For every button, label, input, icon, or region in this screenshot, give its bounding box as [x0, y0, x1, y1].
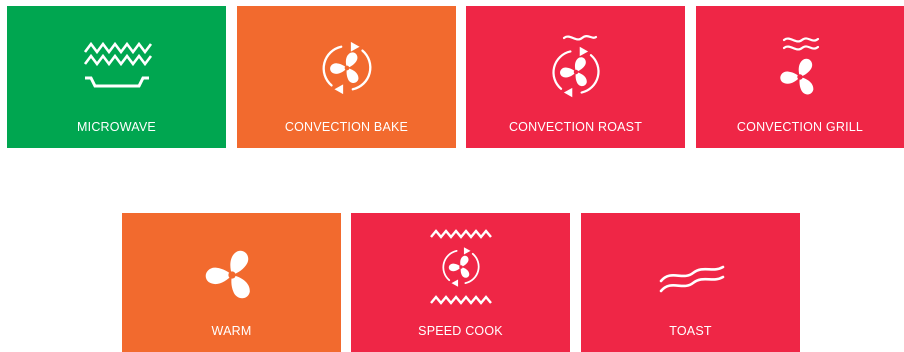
mode-label: SPEED COOK	[418, 324, 503, 338]
heat-waves-icon	[649, 241, 733, 311]
mode-label: CONVECTION GRILL	[736, 120, 864, 134]
mode-tile-convection-grill[interactable]: CONVECTION GRILL	[696, 6, 904, 148]
fan-icon	[190, 241, 274, 311]
mode-label: WARM	[211, 324, 252, 338]
fan-circular-arrows-icon	[305, 34, 389, 104]
mode-tile-microwave[interactable]: MICROWAVE	[7, 6, 226, 148]
microwave-waves-dish-icon	[75, 34, 159, 104]
mode-tile-convection-bake[interactable]: CONVECTION BAKE	[237, 6, 456, 148]
mode-tile-toast[interactable]: TOAST	[581, 213, 800, 352]
mode-label: CONVECTION BAKE	[284, 120, 409, 134]
mode-label: CONVECTION ROAST	[508, 120, 643, 134]
fan-arrows-heat-wave-icon	[534, 34, 618, 104]
mode-label: TOAST	[669, 324, 712, 338]
mode-tile-speed-cook[interactable]: SPEED COOK	[351, 213, 570, 352]
fan-heat-waves-icon	[758, 34, 842, 104]
mode-tile-convection-roast[interactable]: CONVECTION ROAST	[466, 6, 685, 148]
mode-label: MICROWAVE	[77, 120, 156, 134]
fan-arrows-zigzag-icon	[419, 227, 503, 307]
mode-tile-warm[interactable]: WARM	[122, 213, 341, 352]
